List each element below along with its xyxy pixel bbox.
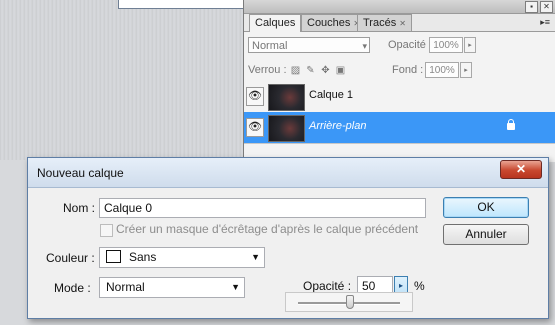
tab-label: Calques (255, 17, 296, 29)
layer-name: Arrière-plan (309, 120, 367, 132)
eye-icon[interactable]: 👁 (246, 87, 264, 106)
opacity-label: Opacité : (303, 279, 352, 293)
layer-row-selected[interactable]: 👁 Arrière-plan (244, 112, 555, 144)
lock-all-icon[interactable]: ▣ (335, 65, 346, 76)
name-label: Nom : (63, 201, 96, 215)
clip-mask-label: Créer un masque d'écrêtage d'après le ca… (116, 222, 419, 236)
panel-minimize-button[interactable]: ▪ (525, 1, 538, 13)
panel-body: Normal ▾ Opacité : 100% ▸ Verrou : ▨ ✎ ✥… (244, 31, 555, 162)
fill-label: Fond : (392, 64, 424, 76)
tab-calques[interactable]: Calques (249, 14, 302, 32)
tab-close-icon[interactable]: ✕ (399, 19, 406, 28)
lock-icon (507, 119, 515, 130)
new-layer-dialog: Nouveau calque ✕ Nom : Calque 0 Créer un… (27, 157, 549, 319)
dialog-title-bar: Nouveau calque ✕ (28, 158, 548, 188)
blend-mode-select[interactable]: Normal ▾ (248, 37, 370, 53)
blend-mode-value: Normal (252, 40, 288, 52)
tab-label: Couches (307, 17, 351, 29)
opacity-label: Opacité : (388, 39, 433, 51)
mode-select[interactable]: Normal ▼ (99, 277, 245, 298)
panel-menu-icon[interactable]: ▸≡ (540, 17, 550, 28)
layer-name: Calque 1 (309, 89, 354, 101)
tab-traces[interactable]: Tracés ✕ (357, 14, 412, 31)
fill-stepper[interactable]: ▸ (460, 62, 472, 78)
lock-image-icon[interactable]: ✎ (305, 65, 316, 76)
workspace-canvas (0, 0, 245, 160)
mode-label: Mode : (54, 281, 91, 295)
document-window-edge (118, 0, 247, 9)
percent-sign: % (414, 279, 425, 293)
eye-icon[interactable]: 👁 (246, 118, 264, 137)
color-value: Sans (129, 250, 157, 264)
fill-field[interactable]: 100% (425, 62, 459, 78)
layer-row[interactable]: 👁 Calque 1 (244, 81, 555, 113)
panel-title-bar: ▪ ✕ (244, 0, 555, 14)
layer-thumbnail (268, 84, 305, 111)
slider-thumb[interactable] (346, 295, 354, 309)
color-label: Couleur : (46, 251, 95, 265)
opacity-stepper[interactable]: ▸ (464, 37, 476, 53)
lock-position-icon[interactable]: ✥ (320, 65, 331, 76)
lock-transparent-icon[interactable]: ▨ (290, 65, 301, 76)
layers-panel: ▪ ✕ Calques Couches✕ Tracés✕ ▸≡ Normal ▾… (243, 0, 555, 162)
panel-close-button[interactable]: ✕ (540, 1, 553, 13)
chevron-down-icon: ▼ (251, 252, 260, 262)
chevron-down-icon: ▾ (362, 41, 367, 51)
name-field[interactable]: Calque 0 (99, 198, 426, 218)
opacity-field[interactable]: 100% (429, 37, 463, 53)
clip-mask-checkbox[interactable] (100, 224, 113, 237)
ok-button[interactable]: OK (443, 197, 529, 218)
mode-value: Normal (106, 280, 145, 294)
opacity-slider[interactable] (285, 292, 413, 312)
blend-row: Normal ▾ Opacité : 100% ▸ (248, 37, 548, 55)
chevron-down-icon: ▼ (231, 282, 240, 292)
cancel-button[interactable]: Annuler (443, 224, 529, 245)
tab-label: Tracés (363, 17, 397, 29)
color-swatch (106, 250, 121, 263)
lock-label: Verrou : (248, 64, 287, 76)
dialog-title: Nouveau calque (37, 166, 124, 180)
layer-thumbnail (268, 115, 305, 142)
color-select[interactable]: Sans ▼ (99, 247, 265, 268)
close-button[interactable]: ✕ (500, 160, 542, 179)
